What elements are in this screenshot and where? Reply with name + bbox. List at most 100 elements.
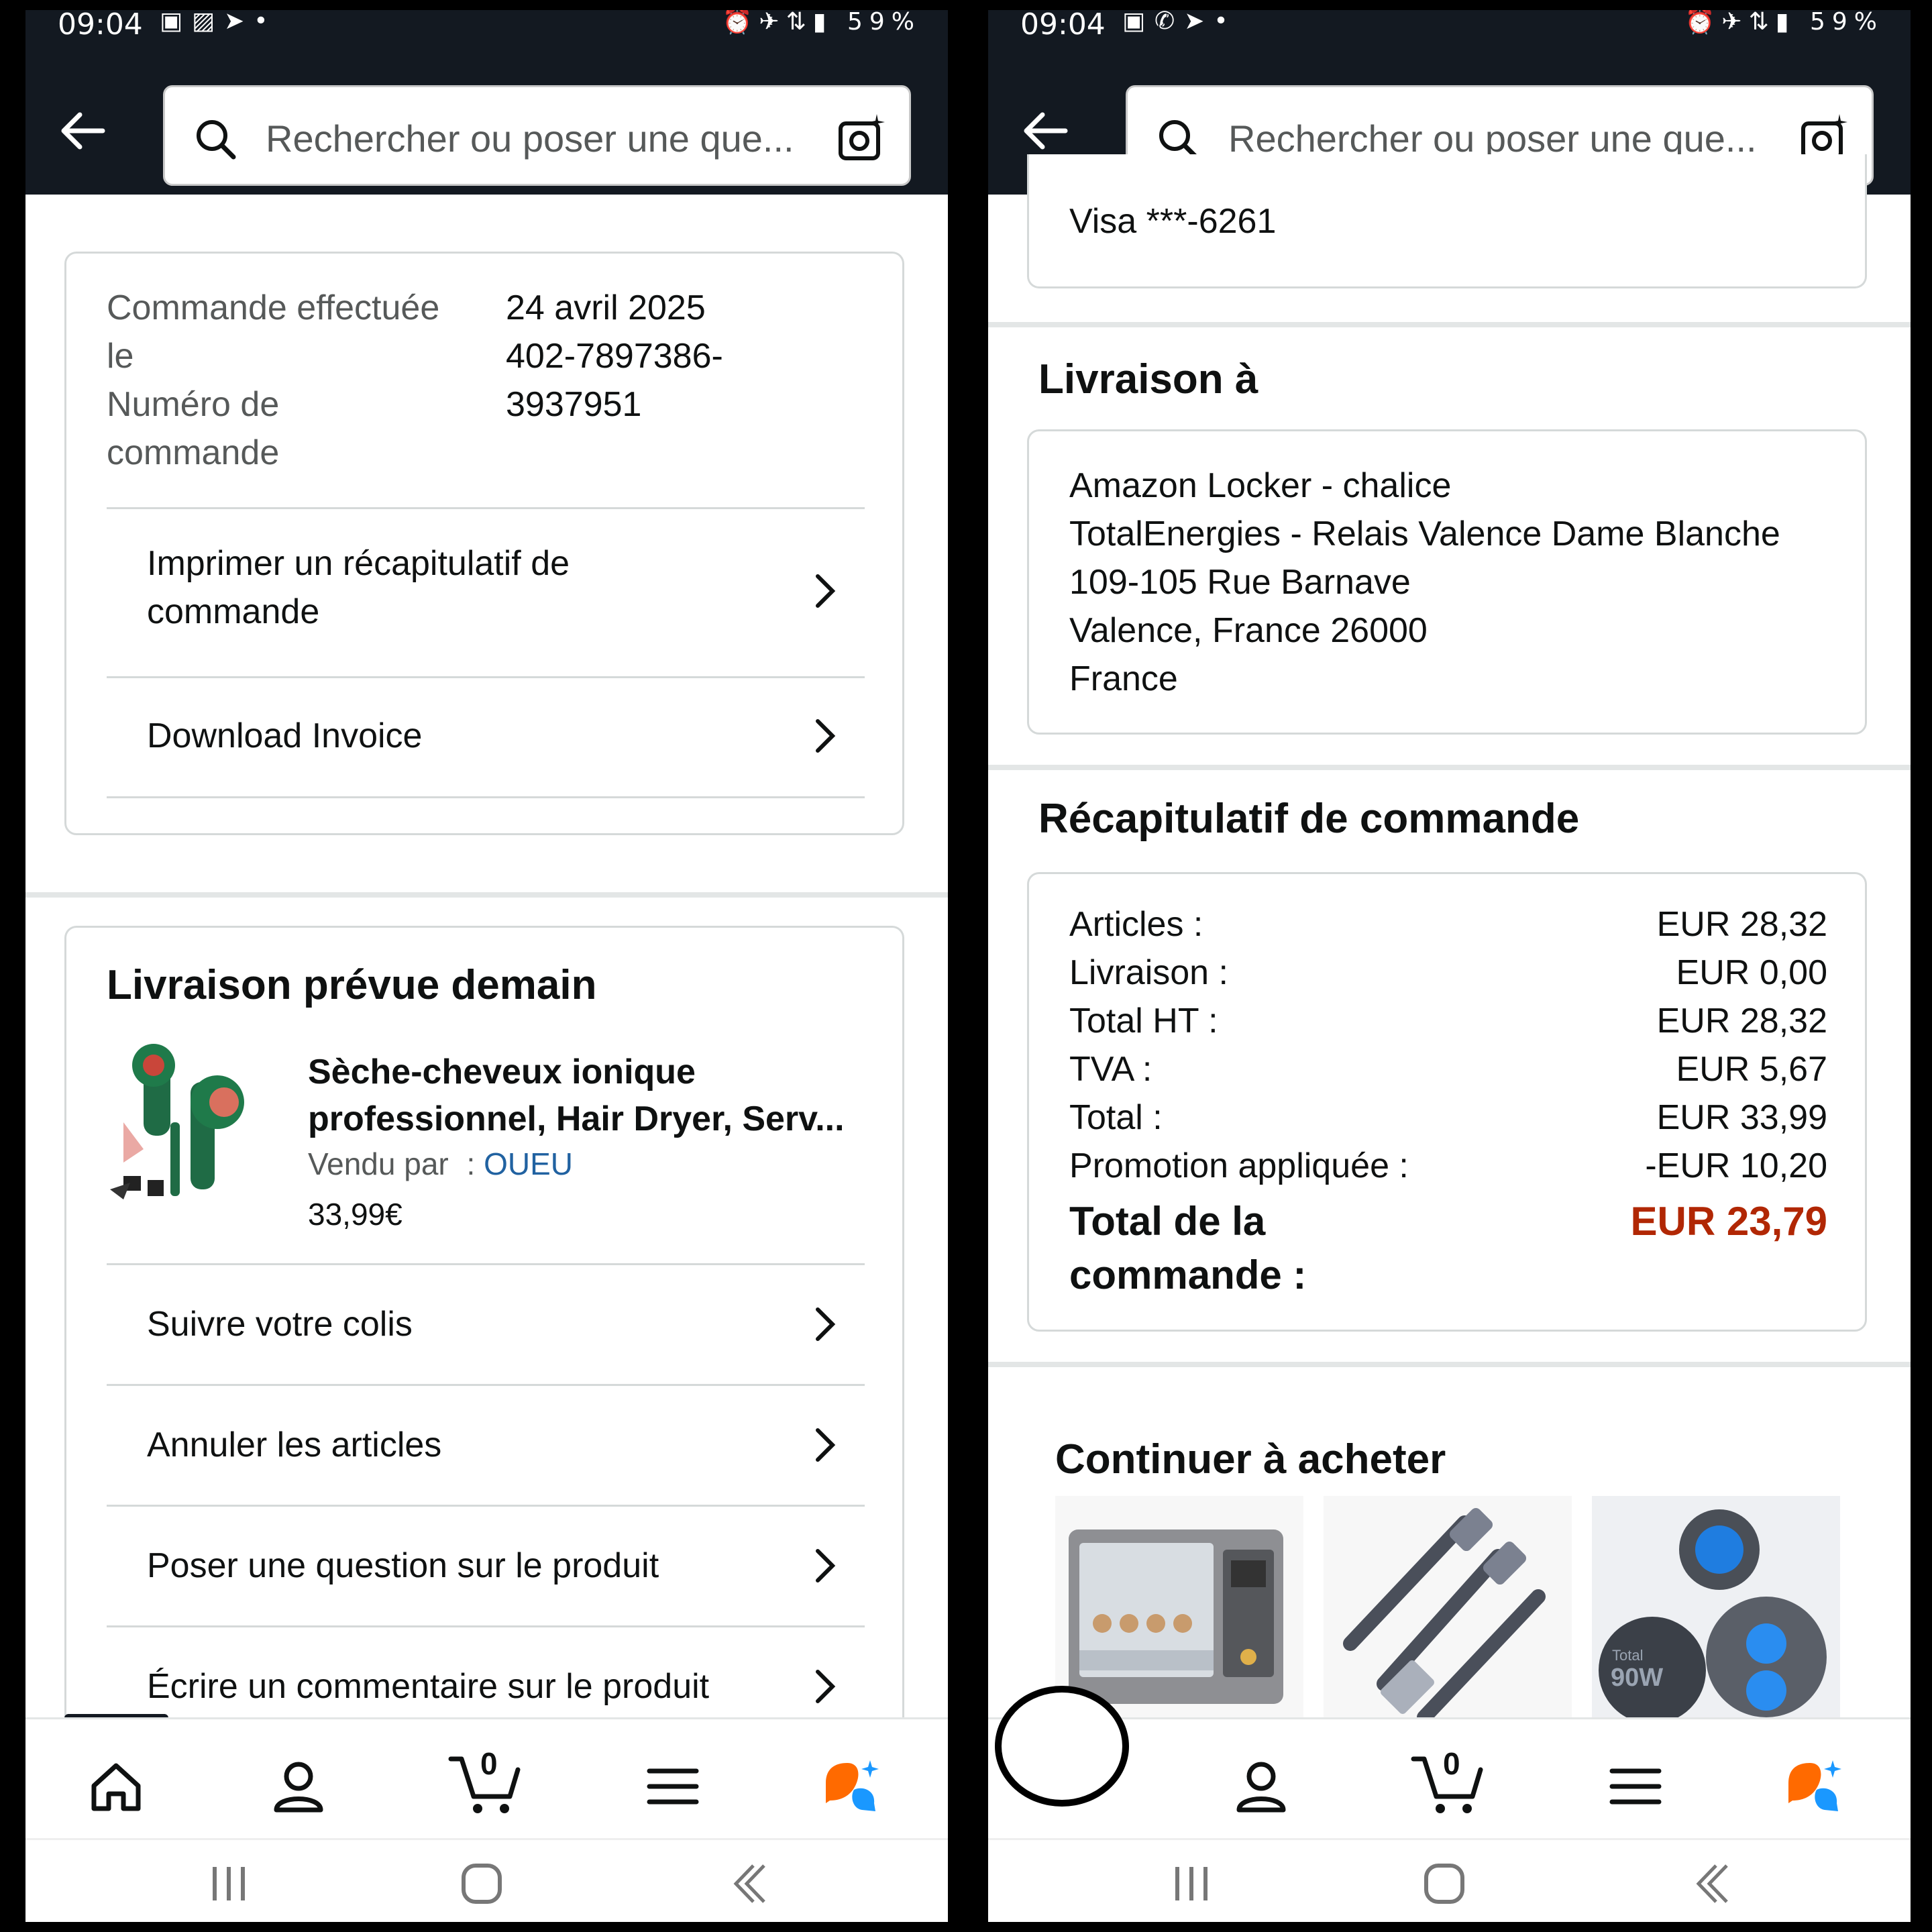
payment-card: Visa ***-6261: [1027, 154, 1867, 288]
system-status-icons: ⏰✈⇅▮ 59%: [1685, 10, 1884, 36]
address-line: 109-105 Rue Barnave: [1069, 563, 1411, 602]
address-line: TotalEnergies - Relais Valence Dame Blan…: [1069, 515, 1780, 553]
bottom-nav: 0: [988, 1686, 1911, 1840]
cart-count: 0: [1443, 1746, 1460, 1781]
status-time: 09:04: [58, 10, 143, 42]
summary-row-value: EUR 28,32: [1656, 1002, 1827, 1040]
sold-by-separator: :: [466, 1146, 476, 1181]
menu-icon[interactable]: [1605, 1756, 1666, 1817]
product-title[interactable]: Sèche-cheveux ionique professionnel, Hai…: [308, 1049, 845, 1142]
print-summary-label-line: commande: [147, 592, 320, 631]
delivery-card: Livraison prévue demain Sèche-cheveux io…: [64, 926, 904, 1744]
status-bar: 09:04 ▣▨➤• ⏰✈⇅▮ 59%: [25, 10, 948, 50]
order-date-label-line: le: [107, 337, 134, 376]
camera-search-icon[interactable]: [835, 111, 889, 165]
chevron-right-icon: [816, 1428, 836, 1462]
sold-by-line: Vendu par : OUEU: [308, 1146, 573, 1182]
summary-row-label: Articles :: [1069, 905, 1203, 944]
home-system-icon[interactable]: [1421, 1860, 1468, 1907]
oven-incubator-image: [1069, 1529, 1283, 1704]
chevron-right-icon: [816, 1307, 836, 1341]
cart-button[interactable]: 0: [448, 1746, 522, 1817]
order-info-card: Commande effectuée le Numéro de commande…: [64, 252, 904, 835]
summary-row-value: EUR 33,99: [1656, 1098, 1827, 1137]
header-bar: Rechercher ou poser une que...: [25, 50, 948, 195]
order-number-label-line: commande: [107, 433, 280, 472]
back-system-icon[interactable]: [1689, 1860, 1736, 1907]
touch-indicator-circle: [995, 1686, 1129, 1807]
order-summary-card: Articles : EUR 28,32 Livraison : EUR 0,00 …: [1027, 872, 1867, 1332]
section-divider: [988, 1362, 1911, 1367]
search-input[interactable]: Rechercher ou poser une que...: [266, 117, 816, 160]
track-package-label: Suivre votre colis: [147, 1305, 413, 1344]
recommended-item-oven[interactable]: [1055, 1496, 1303, 1724]
summary-row: Total HT : EUR 28,32: [1069, 1001, 1827, 1041]
account-icon[interactable]: [1231, 1756, 1291, 1817]
phone-screen-left: 09:04 ▣▨➤• ⏰✈⇅▮ 59% Rechercher ou poser …: [25, 10, 948, 1922]
grand-total-value: EUR 23,79: [1630, 1199, 1828, 1244]
recent-apps-icon[interactable]: [1168, 1860, 1215, 1907]
account-icon[interactable]: [268, 1756, 329, 1817]
order-date-label: Commande effectuée le Numéro de commande: [107, 284, 439, 477]
summary-row-value: EUR 0,00: [1676, 953, 1827, 992]
chevron-right-icon: [816, 1670, 836, 1703]
shipping-heading: Livraison à: [1038, 356, 1258, 402]
cart-button[interactable]: 0: [1411, 1746, 1485, 1817]
download-invoice-label: Download Invoice: [147, 716, 423, 755]
rufus-assistant-icon[interactable]: [820, 1756, 881, 1817]
summary-row-label: Total HT :: [1069, 1002, 1218, 1040]
summary-row-label: Promotion appliquée :: [1069, 1146, 1409, 1185]
order-number-line: 402-7897386-: [506, 337, 723, 376]
summary-row: Articles : EUR 28,32: [1069, 904, 1827, 945]
shipping-address-card: Amazon Locker - chalice TotalEnergies - …: [1027, 429, 1867, 735]
recommended-item-charger[interactable]: Total 90W: [1592, 1496, 1840, 1724]
ask-question-link[interactable]: Poser une question sur le produit: [107, 1505, 865, 1625]
print-summary-link[interactable]: Imprimer un récapitulatif de commande: [107, 507, 865, 676]
summary-row: Livraison : EUR 0,00: [1069, 953, 1827, 993]
section-divider: [988, 765, 1911, 770]
cancel-items-link[interactable]: Annuler les articles: [107, 1384, 865, 1505]
charger-small-label: Total: [1612, 1647, 1644, 1664]
back-system-icon[interactable]: [727, 1860, 773, 1907]
back-arrow-icon: [61, 112, 105, 150]
order-values: 24 avril 2025 402-7897386- 3937951: [506, 284, 723, 429]
summary-row: Total : EUR 33,99: [1069, 1097, 1827, 1138]
sold-by-label: Vendu par: [308, 1146, 449, 1181]
summary-row-label: Total :: [1069, 1098, 1163, 1137]
summary-row-value: EUR 5,67: [1676, 1050, 1827, 1089]
summary-row-label: TVA :: [1069, 1050, 1152, 1089]
home-system-icon[interactable]: [458, 1860, 505, 1907]
recommended-item-cable[interactable]: [1324, 1496, 1572, 1725]
summary-row: Promotion appliquée : -EUR 10,20: [1069, 1146, 1827, 1186]
bottom-nav: 0: [25, 1717, 948, 1840]
rufus-assistant-icon[interactable]: [1783, 1756, 1843, 1817]
menu-icon[interactable]: [643, 1756, 703, 1817]
status-bar: 09:04 ▣✆➤• ⏰✈⇅▮ 59%: [988, 10, 1911, 50]
chevron-right-icon: [816, 574, 836, 608]
continue-shopping-heading: Continuer à acheter: [1055, 1436, 1446, 1483]
back-arrow-icon: [1024, 112, 1068, 150]
chevron-right-icon: [816, 719, 836, 753]
product-image[interactable]: [103, 1042, 264, 1210]
cancel-items-label: Annuler les articles: [147, 1426, 442, 1464]
summary-row: TVA : EUR 5,67: [1069, 1049, 1827, 1089]
ask-question-label: Poser une question sur le produit: [147, 1546, 659, 1585]
section-divider: [988, 322, 1911, 327]
grand-total-label-line: commande :: [1069, 1252, 1307, 1297]
order-number-label-line: Numéro de: [107, 385, 280, 424]
print-summary-label-line: Imprimer un récapitulatif de: [147, 544, 570, 583]
system-status-icons: ⏰✈⇅▮ 59%: [722, 10, 921, 36]
seller-link[interactable]: OUEU: [484, 1146, 573, 1181]
download-invoice-link[interactable]: Download Invoice: [107, 676, 865, 798]
system-nav-bar: [25, 1838, 948, 1922]
back-button[interactable]: [52, 104, 113, 164]
track-package-link[interactable]: Suivre votre colis: [107, 1263, 865, 1384]
home-icon[interactable]: [86, 1756, 146, 1817]
charger-wattage-label: 90W: [1611, 1664, 1664, 1692]
summary-heading: Récapitulatif de commande: [1038, 796, 1580, 842]
cart-count: 0: [480, 1746, 498, 1781]
order-date: 24 avril 2025: [506, 288, 706, 327]
search-box[interactable]: Rechercher ou poser une que...: [163, 85, 911, 186]
order-number-line: 3937951: [506, 385, 642, 424]
recent-apps-icon[interactable]: [205, 1860, 252, 1907]
